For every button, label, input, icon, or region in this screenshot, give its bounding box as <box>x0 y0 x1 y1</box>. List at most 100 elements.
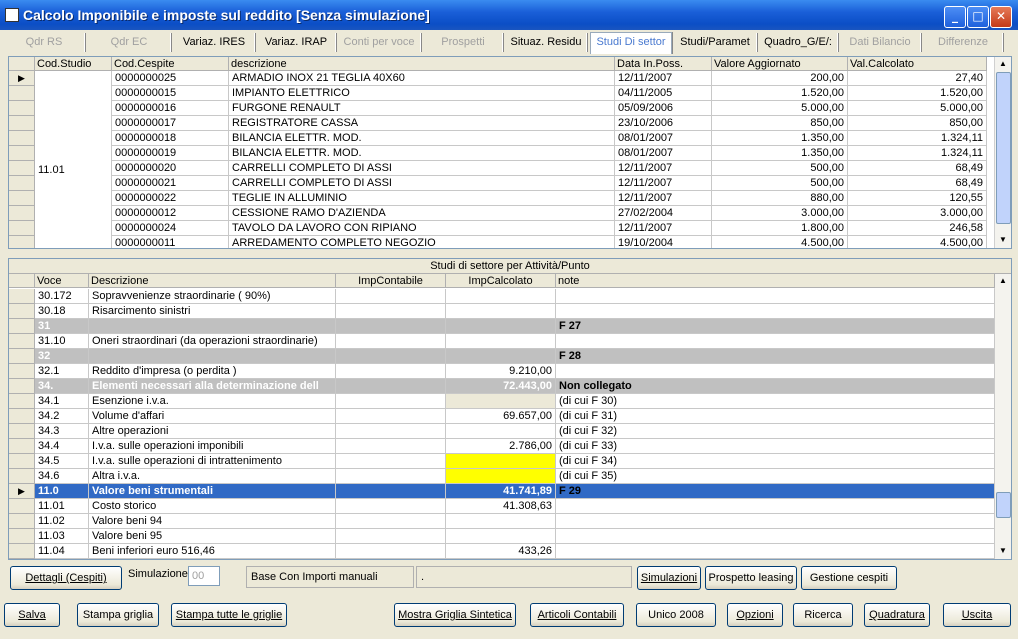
table-cell[interactable]: 12/11/2007 <box>615 191 712 206</box>
table-cell[interactable] <box>336 484 446 499</box>
scroll-up-icon[interactable]: ▲ <box>995 57 1011 71</box>
row-selector[interactable] <box>9 364 35 379</box>
row-selector[interactable] <box>9 131 35 146</box>
table-cell[interactable] <box>336 349 446 364</box>
table-cell[interactable]: 31.10 <box>35 334 89 349</box>
table-cell[interactable]: Elementi necessari alla determinazione d… <box>89 379 336 394</box>
column-header[interactable]: Valore Aggiornato <box>712 57 848 71</box>
column-header[interactable]: ImpContabile <box>336 274 446 288</box>
table-cell[interactable]: 30.172 <box>35 289 89 304</box>
table-cell[interactable]: 68,49 <box>848 176 987 191</box>
table-cell[interactable] <box>446 529 556 544</box>
table-cell[interactable] <box>556 529 995 544</box>
unico-2008-button[interactable]: Unico 2008 <box>636 603 716 627</box>
studi-scrollbar[interactable]: ▲ ▼ <box>994 274 1011 559</box>
table-cell[interactable] <box>446 319 556 334</box>
row-selector[interactable] <box>9 116 35 131</box>
row-selector[interactable] <box>9 101 35 116</box>
row-selector[interactable] <box>9 439 35 454</box>
quadratura-button[interactable]: Quadratura <box>864 603 930 627</box>
table-cell[interactable]: 11.02 <box>35 514 89 529</box>
table-cell[interactable]: Altra i.v.a. <box>89 469 336 484</box>
table-cell[interactable]: IMPIANTO ELETTRICO <box>229 86 615 101</box>
mostra-griglia-button[interactable]: Mostra Griglia Sintetica <box>394 603 516 627</box>
table-cell[interactable] <box>446 349 556 364</box>
row-selector[interactable] <box>9 221 35 236</box>
table-cell[interactable]: 1.520,00 <box>712 86 848 101</box>
table-cell[interactable] <box>336 289 446 304</box>
table-cell[interactable]: 0000000016 <box>112 101 229 116</box>
table-cell[interactable]: Valore beni 95 <box>89 529 336 544</box>
table-cell[interactable]: 0000000012 <box>112 206 229 221</box>
table-cell[interactable]: Volume d'affari <box>89 409 336 424</box>
table-cell[interactable] <box>336 364 446 379</box>
close-button[interactable]: ✕ <box>990 6 1012 28</box>
table-cell[interactable]: 08/01/2007 <box>615 131 712 146</box>
table-cell[interactable]: 41.741,89 <box>446 484 556 499</box>
table-cell[interactable]: 68,49 <box>848 161 987 176</box>
table-cell[interactable]: 0000000020 <box>112 161 229 176</box>
table-cell[interactable]: 34.6 <box>35 469 89 484</box>
table-cell[interactable]: 0000000015 <box>112 86 229 101</box>
table-cell[interactable]: Costo storico <box>89 499 336 514</box>
table-cell[interactable] <box>446 334 556 349</box>
dettagli-cespiti-button[interactable]: Dettagli (Cespiti) <box>10 566 122 590</box>
table-cell[interactable]: BILANCIA ELETTR. MOD. <box>229 131 615 146</box>
row-selector[interactable] <box>9 176 35 191</box>
table-cell[interactable] <box>556 304 995 319</box>
table-cell[interactable]: 0000000019 <box>112 146 229 161</box>
table-cell[interactable]: Valore beni 94 <box>89 514 336 529</box>
table-cell[interactable]: 32 <box>35 349 89 364</box>
table-cell[interactable]: 850,00 <box>848 116 987 131</box>
table-cell[interactable]: TEGLIE IN ALLUMINIO <box>229 191 615 206</box>
table-cell[interactable]: 05/09/2006 <box>615 101 712 116</box>
table-cell[interactable]: 5.000,00 <box>712 101 848 116</box>
table-cell[interactable]: 31 <box>35 319 89 334</box>
table-cell[interactable]: 34.5 <box>35 454 89 469</box>
row-selector[interactable] <box>9 469 35 484</box>
table-cell[interactable]: 246,58 <box>848 221 987 236</box>
table-cell[interactable]: 34.1 <box>35 394 89 409</box>
ricerca-button[interactable]: Ricerca <box>793 603 853 627</box>
table-cell[interactable]: 0000000018 <box>112 131 229 146</box>
column-header[interactable]: Val.Calcolato <box>848 57 987 71</box>
row-selector[interactable] <box>9 499 35 514</box>
table-cell[interactable]: 04/11/2005 <box>615 86 712 101</box>
stampa-tutte-button[interactable]: Stampa tutte le griglie <box>171 603 287 627</box>
table-cell[interactable]: 12/11/2007 <box>615 221 712 236</box>
table-cell[interactable]: ARREDAMENTO COMPLETO NEGOZIO <box>229 236 615 248</box>
table-cell[interactable]: 0000000011 <box>112 236 229 248</box>
table-cell[interactable]: Oneri straordinari (da operazioni straor… <box>89 334 336 349</box>
table-cell[interactable]: 0000000017 <box>112 116 229 131</box>
table-cell[interactable]: I.v.a. sulle operazioni di intrattenimen… <box>89 454 336 469</box>
row-selector[interactable] <box>9 86 35 101</box>
table-cell[interactable]: 2.786,00 <box>446 439 556 454</box>
table-cell[interactable] <box>89 349 336 364</box>
table-cell[interactable] <box>446 394 556 409</box>
row-selector[interactable] <box>9 529 35 544</box>
row-selector[interactable] <box>9 191 35 206</box>
articoli-contabili-button[interactable]: Articoli Contabili <box>530 603 624 627</box>
table-cell[interactable]: 27,40 <box>848 71 987 86</box>
table-cell[interactable]: (di cui F 34) <box>556 454 995 469</box>
tab-studi-paramet[interactable]: Studi/Paramet <box>674 33 757 52</box>
table-cell[interactable] <box>336 514 446 529</box>
simulazione-field[interactable]: 00 <box>188 566 220 586</box>
table-cell[interactable] <box>556 499 995 514</box>
minimize-button[interactable]: _ <box>944 6 966 28</box>
opzioni-button[interactable]: Opzioni <box>727 603 783 627</box>
table-cell[interactable]: Beni inferiori euro 516,46 <box>89 544 336 559</box>
tab-studi-di-settor[interactable]: Studi Di settor <box>590 32 672 54</box>
table-cell[interactable] <box>336 469 446 484</box>
stampa-griglia-button[interactable]: Stampa griglia <box>77 603 159 627</box>
table-cell[interactable] <box>336 499 446 514</box>
column-header[interactable]: Cod.Cespite <box>112 57 229 71</box>
row-selector[interactable] <box>9 304 35 319</box>
table-cell[interactable]: 19/10/2004 <box>615 236 712 248</box>
table-cell[interactable] <box>556 289 995 304</box>
row-selector[interactable] <box>9 394 35 409</box>
table-cell[interactable]: 12/11/2007 <box>615 71 712 86</box>
table-cell[interactable] <box>336 319 446 334</box>
row-selector[interactable]: ▶ <box>9 484 35 499</box>
gestione-cespiti-button[interactable]: Gestione cespiti <box>801 566 897 590</box>
